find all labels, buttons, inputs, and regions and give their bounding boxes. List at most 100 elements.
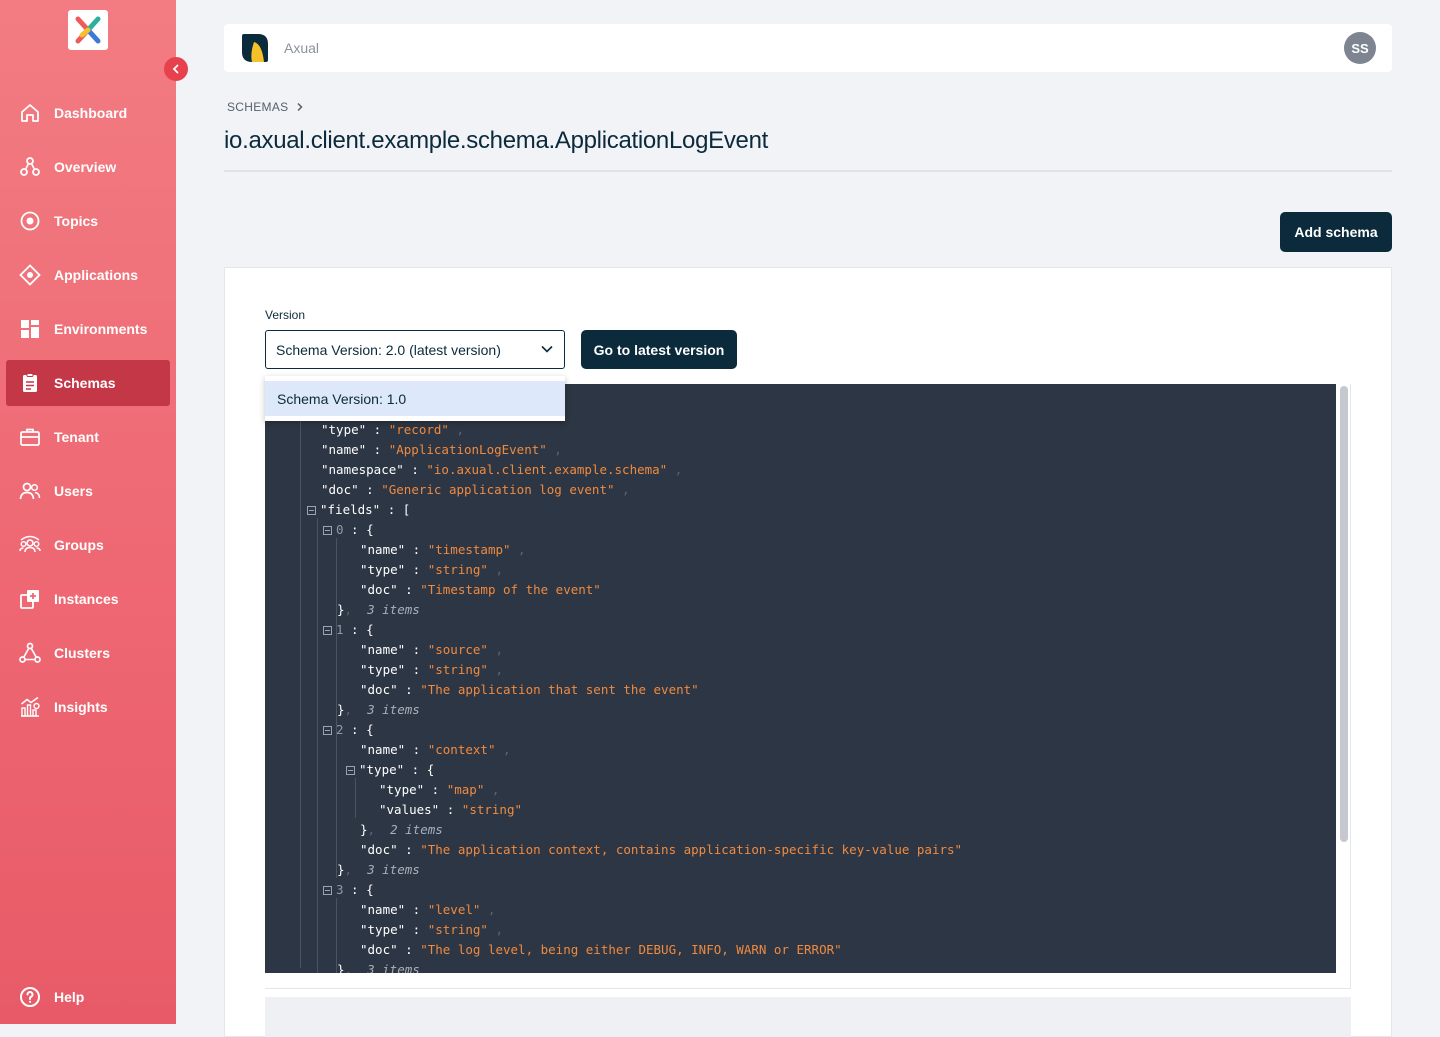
json-value: "record"	[388, 422, 449, 437]
sidebar-item-help[interactable]: Help	[6, 974, 170, 1020]
json-key: "type"	[360, 922, 406, 937]
json-key: "values"	[379, 802, 440, 817]
json-key: "fields"	[320, 502, 381, 517]
json-bracket: }	[337, 702, 345, 717]
chevron-right-icon	[297, 102, 304, 112]
json-line: }, 3 items	[337, 960, 420, 973]
json-bracket: [	[402, 502, 411, 517]
home-icon	[18, 101, 42, 125]
json-punct: ,	[484, 782, 500, 797]
json-punct: ,	[344, 862, 368, 877]
json-key: "type"	[360, 562, 406, 577]
json-punct: ,	[367, 822, 391, 837]
item-count: 3 items	[367, 702, 420, 717]
collapse-sidebar-button[interactable]	[164, 57, 188, 81]
json-punct: ,	[487, 922, 504, 937]
json-punct: :	[397, 842, 421, 857]
json-line: "doc" : "The log level, being either DEB…	[360, 940, 842, 960]
sidebar-nav: Dashboard Overview Topics Applications Envir…	[6, 90, 170, 738]
json-punct: :	[343, 622, 367, 637]
sidebar: Dashboard Overview Topics Applications Envir…	[0, 0, 176, 1024]
top-bar: Axual SS	[224, 24, 1392, 72]
json-value: "io.axual.client.example.schema"	[426, 462, 668, 477]
sidebar-item-applications[interactable]: Applications	[6, 252, 170, 298]
json-value: "level"	[427, 902, 481, 917]
collapse-toggle-icon[interactable]	[323, 526, 332, 535]
sidebar-item-tenant[interactable]: Tenant	[6, 414, 170, 460]
json-line: "type" : "record" ,	[321, 420, 464, 440]
json-line: "namespace" : "io.axual.client.example.s…	[321, 460, 682, 480]
version-option[interactable]: Schema Version: 1.0	[265, 381, 565, 416]
json-key: "type"	[321, 422, 367, 437]
version-select[interactable]: Schema Version: 2.0 (latest version)	[265, 330, 565, 369]
sidebar-item-label: Tenant	[54, 429, 99, 445]
collapse-toggle-icon[interactable]	[323, 626, 332, 635]
schema-json-viewer: "type" : "record" , "name" : "Application…	[265, 384, 1336, 973]
chevron-left-icon	[172, 64, 179, 74]
go-to-latest-version-button[interactable]: Go to latest version	[581, 330, 737, 369]
groups-icon	[18, 533, 42, 557]
json-value: "source"	[427, 642, 488, 657]
sidebar-item-topics[interactable]: Topics	[6, 198, 170, 244]
sidebar-item-label: Users	[54, 483, 93, 499]
json-line: "values" : "string"	[379, 800, 522, 820]
json-punct: ,	[614, 482, 630, 497]
sidebar-item-overview[interactable]: Overview	[6, 144, 170, 190]
json-key: "doc"	[360, 582, 398, 597]
json-bracket: {	[366, 722, 374, 737]
indent-guide	[336, 738, 337, 878]
json-punct: ,	[448, 422, 465, 437]
json-key: "name"	[321, 442, 367, 457]
item-count: 3 items	[367, 602, 420, 617]
collapse-toggle-icon[interactable]	[323, 886, 332, 895]
json-value: "string"	[427, 662, 488, 677]
sidebar-item-schemas[interactable]: Schemas	[6, 360, 170, 406]
collapse-toggle-icon[interactable]	[307, 506, 316, 515]
sidebar-item-label: Applications	[54, 267, 139, 283]
collapse-toggle-icon[interactable]	[346, 766, 355, 775]
json-value: "Generic application log event"	[381, 482, 615, 497]
item-count: 3 items	[367, 862, 420, 877]
json-key: "name"	[360, 742, 406, 757]
sidebar-item-label: Insights	[54, 699, 108, 715]
sidebar-item-clusters[interactable]: Clusters	[6, 630, 170, 676]
json-value: "string"	[427, 922, 488, 937]
sidebar-item-dashboard[interactable]: Dashboard	[6, 90, 170, 136]
sidebar-item-groups[interactable]: Groups	[6, 522, 170, 568]
json-punct: :	[358, 482, 382, 497]
json-value: "ApplicationLogEvent"	[388, 442, 547, 457]
version-dropdown-menu: Schema Version: 1.0	[265, 376, 565, 421]
collapse-toggle-icon[interactable]	[323, 726, 332, 735]
json-value: "map"	[446, 782, 485, 797]
json-punct: :	[404, 762, 427, 777]
title-divider	[224, 170, 1392, 172]
json-line: "type" : "string" ,	[360, 560, 503, 580]
json-index: 2	[336, 722, 344, 737]
json-bracket: {	[366, 882, 374, 897]
json-line: }, 3 items	[337, 700, 420, 720]
version-label: Version	[265, 308, 306, 322]
json-value: "string"	[427, 562, 488, 577]
page-title: io.axual.client.example.schema.Applicati…	[224, 127, 768, 154]
sidebar-item-environments[interactable]: Environments	[6, 306, 170, 352]
json-key: "type"	[359, 762, 405, 777]
sidebar-item-users[interactable]: Users	[6, 468, 170, 514]
tenant-name: Axual	[284, 40, 320, 56]
json-line: "name" : "source" ,	[360, 640, 503, 660]
breadcrumb-schemas-link[interactable]: SCHEMAS	[227, 100, 288, 114]
json-punct: :	[366, 442, 389, 457]
json-punct: ,	[667, 462, 683, 477]
user-avatar[interactable]: SS	[1344, 32, 1376, 64]
tenant-logo-icon	[242, 34, 268, 62]
json-value: "The log level, being either DEBUG, INFO…	[420, 942, 842, 957]
json-punct: :	[405, 542, 428, 557]
sidebar-item-instances[interactable]: Instances	[6, 576, 170, 622]
add-schema-button[interactable]: Add schema	[1280, 212, 1392, 252]
json-line: 1 : {	[323, 620, 374, 640]
axual-logo[interactable]	[68, 10, 108, 50]
json-index: 0	[336, 522, 344, 537]
scrollbar-thumb[interactable]	[1340, 386, 1348, 842]
sidebar-item-insights[interactable]: Insights	[6, 684, 170, 730]
json-punct: ,	[344, 602, 368, 617]
json-line: 0 : {	[323, 520, 374, 540]
